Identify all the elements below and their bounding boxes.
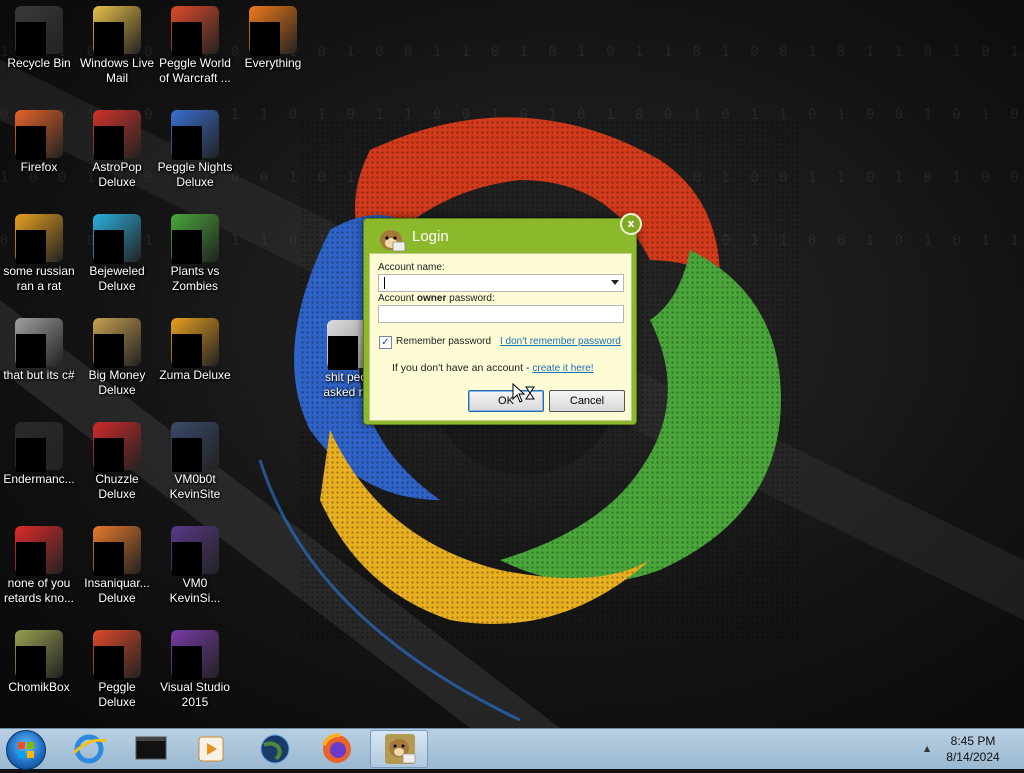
globe-icon[interactable] xyxy=(252,731,298,767)
password-field[interactable] xyxy=(378,305,624,323)
desktop-icon-label: Peggle World of Warcraft ... xyxy=(159,56,231,85)
window-stack-icon xyxy=(15,318,63,368)
desktop-icon-5[interactable]: AstroPop Deluxe xyxy=(78,106,156,206)
text-caret xyxy=(384,277,385,289)
chuzzle-icon xyxy=(93,422,141,472)
plants-icon xyxy=(171,214,219,264)
desktop-icon-label: VM0 KevinSi... xyxy=(169,576,221,605)
chomikbox-hamster-icon xyxy=(380,230,406,252)
desktop-icon-2[interactable]: Peggle World of Warcraft ... xyxy=(156,2,234,102)
media-player-icon[interactable] xyxy=(188,731,234,767)
desktop-icon-label: Big Money Deluxe xyxy=(88,368,146,397)
desktop-icon-17[interactable]: Insaniquar... Deluxe xyxy=(78,522,156,622)
terminal-icon[interactable] xyxy=(128,731,174,767)
bejeweled-icon xyxy=(93,214,141,264)
astropop-icon xyxy=(93,110,141,160)
chomikbox-icon xyxy=(15,630,63,680)
desktop-icon-18[interactable]: VM0 KevinSi... xyxy=(156,522,234,622)
desktop-icon-label: Plants vs Zombies xyxy=(170,264,220,293)
rat-icon xyxy=(15,214,63,264)
desktop-icon-4[interactable]: Firefox xyxy=(0,106,78,206)
desktop-icon-label: VM0b0t KevinSite xyxy=(169,472,221,501)
desktop-icon-label: Zuma Deluxe xyxy=(159,368,231,382)
busy-cursor-icon xyxy=(512,383,535,403)
desktop-icon-label: Chuzzle Deluxe xyxy=(95,472,139,501)
desktop-icon-20[interactable]: Peggle Deluxe xyxy=(78,626,156,726)
taskbar xyxy=(0,728,1024,770)
desktop-icon-21[interactable]: Visual Studio 2015 xyxy=(156,626,234,726)
dialog-body: Account name: Account owner password: ✓ … xyxy=(369,253,632,421)
vm-icon xyxy=(171,526,219,576)
desktop-icon-15[interactable]: VM0b0t KevinSite xyxy=(156,418,234,518)
internet-explorer-icon[interactable] xyxy=(66,731,112,767)
no-account-text: If you don't have an account - create it… xyxy=(392,362,594,374)
desktop-icon-11[interactable]: Big Money Deluxe xyxy=(78,314,156,414)
desktop-icon-9[interactable]: Plants vs Zombies xyxy=(156,210,234,310)
vm-icon xyxy=(171,422,219,472)
desktop-icon-label: Peggle Deluxe xyxy=(98,680,136,709)
opera-icon xyxy=(15,526,63,576)
clock-date: 8/14/2024 xyxy=(946,750,1000,764)
remember-password-checkbox[interactable]: ✓ xyxy=(379,336,392,349)
desktop-icon-8[interactable]: Bejeweled Deluxe xyxy=(78,210,156,310)
terminal-icon xyxy=(15,422,63,472)
remember-password-label: Remember password xyxy=(396,336,492,347)
money-bag-icon xyxy=(93,318,141,368)
forgot-password-link[interactable]: I don't remember password xyxy=(500,336,621,347)
cancel-button[interactable]: Cancel xyxy=(549,390,625,412)
fish-icon xyxy=(93,526,141,576)
account-name-combobox[interactable] xyxy=(378,274,624,292)
desktop-icon-label: Windows Live Mail xyxy=(79,56,155,85)
chomikbox-icon[interactable] xyxy=(370,730,428,768)
desktop-icon-label: Visual Studio 2015 xyxy=(160,680,230,709)
desktop-icon-label: some russian ran a rat xyxy=(3,264,75,293)
create-account-link[interactable]: create it here! xyxy=(532,363,593,374)
desktop-icon-13[interactable]: Endermanc... xyxy=(0,418,78,518)
close-icon[interactable]: x xyxy=(620,213,642,235)
visual-studio-icon xyxy=(171,630,219,680)
peggle-nights-icon xyxy=(171,110,219,160)
desktop-icon-label: none of you retards kno... xyxy=(3,576,75,605)
desktop-icon-label: AstroPop Deluxe xyxy=(92,160,142,189)
chevron-down-icon[interactable] xyxy=(611,280,619,285)
dialog-title: Login xyxy=(412,228,449,245)
desktop-icon-12[interactable]: Zuma Deluxe xyxy=(156,314,234,414)
login-dialog: Login Account name: Account owner passwo… xyxy=(363,218,637,425)
desktop-icon-label: that but its c# xyxy=(3,368,75,382)
desktop-icon-1[interactable]: Windows Live Mail xyxy=(78,2,156,102)
search-everything-icon xyxy=(249,6,297,56)
firefox-icon[interactable] xyxy=(314,731,360,767)
desktop-icon-label: Everything xyxy=(244,56,302,70)
desktop-icon-label: Peggle Nights Deluxe xyxy=(157,160,233,189)
desktop-icon-label: ChomikBox xyxy=(8,680,70,694)
peggle-icon xyxy=(171,6,219,56)
account-name-label: Account name: xyxy=(378,262,445,273)
peggle-icon xyxy=(93,630,141,680)
desktop-icon-6[interactable]: Peggle Nights Deluxe xyxy=(156,106,234,206)
start-orb-icon[interactable] xyxy=(6,730,46,770)
desktop-icon-16[interactable]: none of you retards kno... xyxy=(0,522,78,622)
recycle-bin-icon xyxy=(15,6,63,56)
desktop-icon-0[interactable]: Recycle Bin xyxy=(0,2,78,102)
desktop-icon-label: Endermanc... xyxy=(3,472,75,486)
desktop-icon-10[interactable]: that but its c# xyxy=(0,314,78,414)
desktop-icon-3[interactable]: Everything xyxy=(234,2,312,102)
desktop-icon-19[interactable]: ChomikBox xyxy=(0,626,78,726)
firefox-icon xyxy=(15,110,63,160)
desktop-icon-label: Bejeweled Deluxe xyxy=(89,264,145,293)
clock-time: 8:45 PM xyxy=(950,734,996,748)
desktop-icon-14[interactable]: Chuzzle Deluxe xyxy=(78,418,156,518)
mail-icon xyxy=(93,6,141,56)
password-label: Account owner password: xyxy=(378,293,495,304)
desktop-icon-label: Recycle Bin xyxy=(7,56,71,70)
taskbar-clock[interactable]: 8:45 PM 8/14/2024 xyxy=(936,733,1010,765)
desktop-icon-7[interactable]: some russian ran a rat xyxy=(0,210,78,310)
zuma-icon xyxy=(171,318,219,368)
tray-expand-icon[interactable]: ▲ xyxy=(924,744,930,753)
desktop-icon-label: Insaniquar... Deluxe xyxy=(84,576,150,605)
desktop-icon-label: Firefox xyxy=(20,160,58,174)
